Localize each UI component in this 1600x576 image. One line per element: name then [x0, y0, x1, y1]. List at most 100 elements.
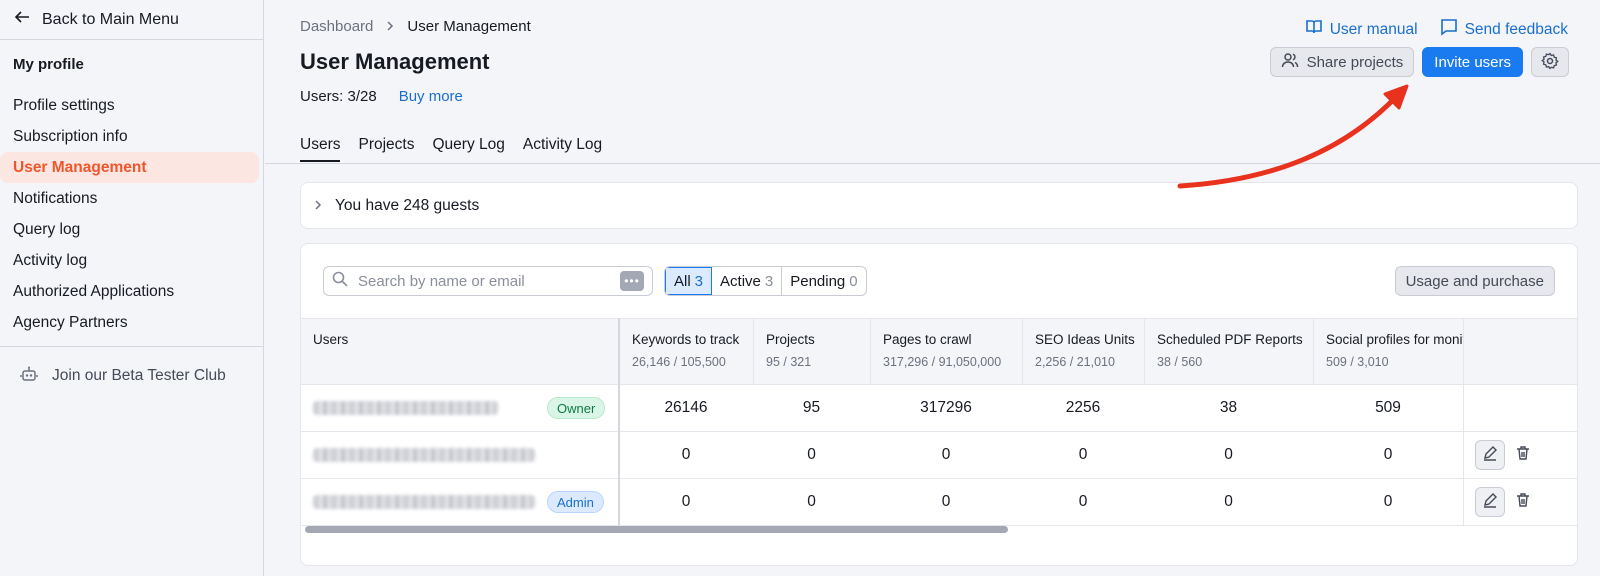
filter-pending[interactable]: Pending 0	[782, 267, 865, 295]
filter-active-count: 3	[764, 272, 774, 290]
pencil-icon	[1482, 492, 1498, 512]
search-input[interactable]: Search by name or email •••	[323, 266, 653, 296]
buy-more-link[interactable]: Buy more	[399, 88, 463, 105]
tabs: Users Projects Query Log Activity Log	[300, 136, 602, 162]
tab-projects[interactable]: Projects	[358, 136, 414, 162]
usage-and-purchase-button[interactable]: Usage and purchase	[1394, 266, 1555, 296]
share-projects-button[interactable]: Share projects	[1269, 47, 1415, 77]
user-manual-link[interactable]: User manual	[1305, 18, 1418, 41]
user-email-redacted	[313, 448, 535, 462]
sticky-column-divider	[618, 318, 620, 525]
column-header-users: Users	[301, 319, 619, 385]
sidebar-item-agency-partners[interactable]: Agency Partners	[0, 307, 259, 338]
table-cell: 0	[1383, 446, 1393, 463]
row-actions	[1475, 440, 1531, 470]
sidebar-item-subscription-info[interactable]: Subscription info	[0, 121, 259, 152]
table-cell: 38	[1219, 399, 1238, 416]
table-row: Owner 26146 95 317296 2256 38 509	[301, 385, 1577, 432]
send-feedback-label: Send feedback	[1464, 20, 1568, 38]
column-label: Pages to crawl	[883, 332, 972, 347]
header-actions: Share projects Invite users	[1269, 47, 1569, 77]
settings-button[interactable]	[1531, 47, 1569, 77]
page-title: User Management	[300, 49, 490, 74]
invite-users-button[interactable]: Invite users	[1422, 47, 1523, 77]
trash-icon	[1515, 446, 1531, 465]
filter-all[interactable]: All 3	[665, 267, 713, 295]
table-header: Users Keywords to track 26,146 / 105,500…	[301, 318, 1577, 385]
actions-column-divider	[1463, 318, 1464, 525]
table-cell: 0	[807, 493, 816, 510]
breadcrumb-current: User Management	[407, 18, 531, 35]
users-icon	[1281, 51, 1299, 73]
column-usage: 26,146 / 105,500	[632, 355, 726, 369]
sidebar-item-profile-settings[interactable]: Profile settings	[0, 90, 259, 121]
search-placeholder: Search by name or email	[358, 272, 525, 290]
more-dots-icon[interactable]: •••	[620, 271, 644, 291]
column-usage: 95 / 321	[766, 355, 812, 369]
column-header-keywords: Keywords to track 26,146 / 105,500	[619, 319, 753, 385]
users-count-row: Users: 3/28 Buy more	[300, 88, 463, 105]
delete-user-button[interactable]	[1515, 492, 1531, 512]
sidebar-item-notifications[interactable]: Notifications	[0, 183, 259, 214]
table-cell: 0	[941, 493, 951, 510]
breadcrumb-dashboard[interactable]: Dashboard	[300, 18, 373, 35]
user-manual-label: User manual	[1329, 20, 1418, 38]
filter-active[interactable]: Active 3	[712, 267, 783, 295]
chevron-right-icon	[313, 197, 323, 215]
delete-user-button[interactable]	[1515, 445, 1531, 465]
beta-label: Join our Beta Tester Club	[52, 367, 226, 384]
pencil-icon	[1482, 445, 1498, 465]
column-usage: 509 / 3,010	[1326, 355, 1389, 369]
column-label: Keywords to track	[632, 332, 740, 347]
sidebar-item-user-management[interactable]: User Management	[0, 152, 259, 183]
owner-badge: Owner	[547, 397, 606, 419]
tab-query-log[interactable]: Query Log	[432, 136, 504, 162]
beta-tester-link[interactable]: Join our Beta Tester Club	[0, 347, 263, 405]
row-actions	[1475, 487, 1531, 517]
table-cell: 2256	[1065, 399, 1101, 416]
edit-user-button[interactable]	[1475, 487, 1505, 517]
column-label: Social profiles for monit	[1326, 332, 1463, 347]
arrow-left-icon	[14, 9, 30, 30]
sidebar-item-activity-log[interactable]: Activity log	[0, 245, 259, 276]
column-label: Users	[313, 332, 349, 347]
table-cell: 509	[1375, 399, 1401, 416]
tab-activity-log[interactable]: Activity Log	[523, 136, 602, 162]
column-header-pdf-reports: Scheduled PDF Reports 38 / 560	[1144, 319, 1313, 385]
table-cell: 0	[941, 446, 951, 463]
share-projects-label: Share projects	[1306, 53, 1404, 71]
column-usage: 317,296 / 91,050,000	[883, 355, 1002, 369]
column-label: Scheduled PDF Reports	[1157, 332, 1303, 347]
breadcrumb: Dashboard User Management	[300, 18, 531, 35]
chevron-right-icon	[385, 18, 395, 35]
table-cell: 26146	[664, 399, 708, 416]
sidebar-item-query-log[interactable]: Query log	[0, 214, 259, 245]
table-cell: 95	[802, 399, 821, 416]
guests-expander[interactable]: You have 248 guests	[300, 182, 1578, 229]
horizontal-scrollbar[interactable]	[305, 526, 1008, 533]
sidebar-item-authorized-applications[interactable]: Authorized Applications	[0, 276, 259, 307]
user-email-redacted	[313, 495, 535, 509]
table-cell: 0	[681, 493, 691, 510]
sidebar-heading: My profile	[13, 56, 84, 73]
table-row: 0 0 0 0 0 0	[301, 432, 1577, 479]
table-cell: 0	[681, 446, 691, 463]
admin-badge: Admin	[547, 491, 604, 513]
back-to-main-menu[interactable]: Back to Main Menu	[0, 0, 263, 40]
table-cell: 0	[1078, 446, 1088, 463]
send-feedback-link[interactable]: Send feedback	[1440, 18, 1568, 41]
edit-user-button[interactable]	[1475, 440, 1505, 470]
main-content: Dashboard User Management User Managemen…	[265, 0, 1600, 576]
column-header-pages-to-crawl: Pages to crawl 317,296 / 91,050,000	[870, 319, 1022, 385]
table-cell: 0	[1224, 493, 1233, 510]
table-cell: 0	[1224, 446, 1233, 463]
guests-label: You have 248 guests	[335, 196, 480, 214]
tabs-divider	[265, 163, 1600, 164]
top-links: User manual Send feedback	[1305, 18, 1568, 41]
tab-users[interactable]: Users	[300, 136, 341, 162]
column-usage: 2,256 / 21,010	[1035, 355, 1115, 369]
gear-icon	[1541, 52, 1559, 73]
table-cell: 0	[807, 446, 816, 463]
trash-icon	[1515, 493, 1531, 512]
sidebar: Back to Main Menu My profile Profile set…	[0, 0, 264, 576]
